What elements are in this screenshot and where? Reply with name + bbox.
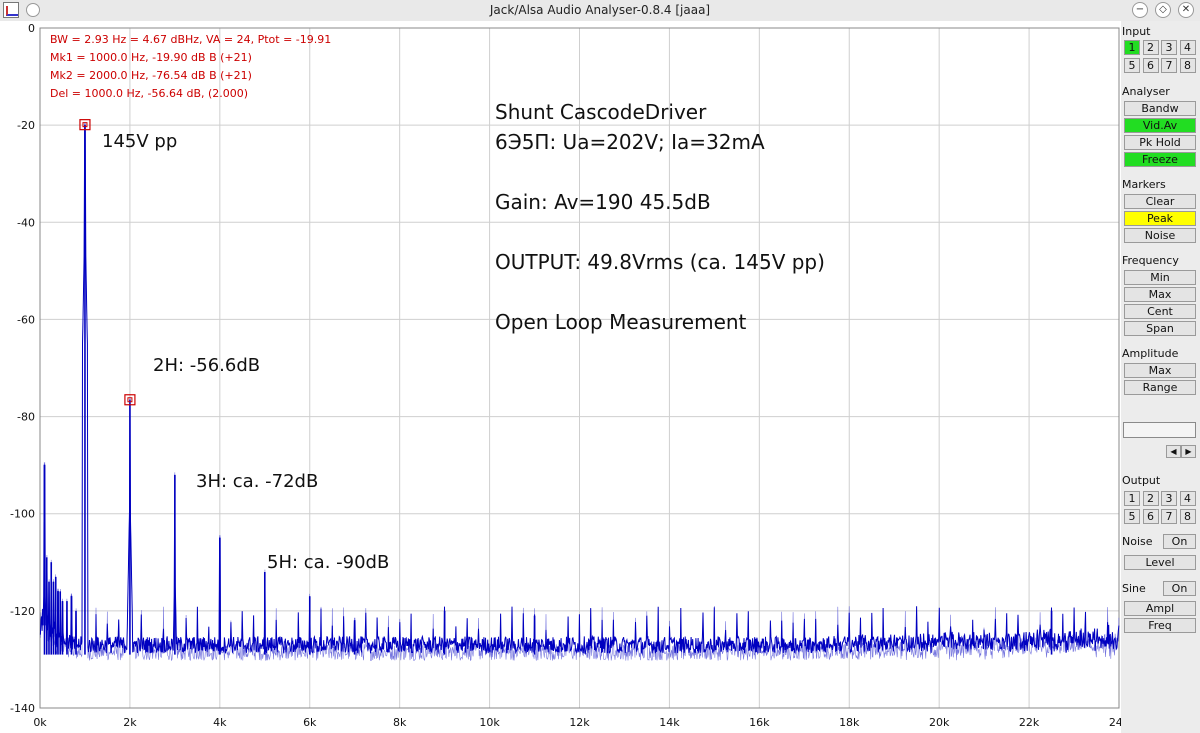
spectrum-plot-area[interactable]: 0k 2k 4k 6k 8k 10k 12k 14k 16k 18k 20k 22k 24k 0 -20 -4… — [0, 21, 1121, 733]
annotation-title-line2: 6Э5П: Ua=202V; Ia=32mA — [495, 130, 765, 154]
freeze-button[interactable]: Freeze — [1124, 152, 1196, 167]
x-tick-label: 4k — [213, 716, 227, 729]
markers-clear-button[interactable]: Clear — [1124, 194, 1196, 209]
output-channel-4[interactable]: 4 — [1179, 491, 1196, 506]
markers-peak-button[interactable]: Peak — [1124, 211, 1196, 226]
vid-av-button[interactable]: Vid.Av — [1124, 118, 1196, 133]
close-button[interactable]: ✕ — [1178, 2, 1194, 18]
x-tick-label: 24k — [1109, 716, 1121, 729]
value-stepper: ◀ ▶ — [1166, 445, 1196, 458]
window-title: Jack/Alsa Audio Analyser-0.8.4 [jaaa] — [489, 3, 711, 17]
y-tick-label: -60 — [17, 313, 35, 326]
input-channel-5[interactable]: 5 — [1124, 58, 1140, 73]
marker-layer — [79, 119, 136, 406]
x-tick-label: 10k — [479, 716, 500, 729]
output-channel-5[interactable]: 5 — [1124, 509, 1140, 524]
input-channel-3[interactable]: 3 — [1161, 40, 1177, 55]
x-tick-label: 22k — [1019, 716, 1040, 729]
x-tick-label: 8k — [393, 716, 407, 729]
y-tick-label: -40 — [17, 216, 35, 229]
x-tick-label: 2k — [123, 716, 137, 729]
output-channel-3[interactable]: 3 — [1161, 491, 1177, 506]
markers-noise-button[interactable]: Noise — [1124, 228, 1196, 243]
output-channel-8[interactable]: 8 — [1179, 509, 1196, 524]
input-channel-2[interactable]: 2 — [1142, 40, 1159, 55]
y-tick-label: 0 — [28, 22, 35, 35]
input-section-label: Input — [1122, 25, 1151, 38]
output-section-label: Output — [1122, 474, 1161, 487]
y-tick-label: -20 — [17, 119, 35, 132]
noise-on-toggle[interactable]: On — [1163, 534, 1196, 549]
title-bar: Jack/Alsa Audio Analyser-0.8.4 [jaaa] − … — [0, 0, 1200, 22]
y-tick-label: -120 — [10, 605, 35, 618]
amplitude-section-label: Amplitude — [1122, 347, 1179, 360]
control-sidebar: Input 12345678 Analyser Bandw Vid.Av Pk … — [1121, 21, 1200, 733]
y-tick-label: -100 — [10, 508, 35, 521]
input-channel-8[interactable]: 8 — [1179, 58, 1196, 73]
bandw-button[interactable]: Bandw — [1124, 101, 1196, 116]
amplitude-range-button[interactable]: Range — [1124, 380, 1196, 395]
info-marker2: Mk2 = 2000.0 Hz, -76.54 dB B (+21) — [50, 69, 252, 82]
sine-ampl-button[interactable]: Ampl — [1124, 601, 1196, 616]
arrow-left-icon[interactable]: ◀ — [1166, 445, 1181, 458]
frequency-min-button[interactable]: Min — [1124, 270, 1196, 285]
info-marker1: Mk1 = 1000.0 Hz, -19.90 dB B (+21) — [50, 51, 252, 64]
sine-on-toggle[interactable]: On — [1163, 581, 1196, 596]
output-channel-1[interactable]: 1 — [1124, 491, 1140, 506]
y-tick-label: -140 — [10, 702, 35, 715]
annotation-title-line1: Shunt CascodeDriver — [495, 100, 707, 124]
pk-hold-button[interactable]: Pk Hold — [1124, 135, 1196, 150]
frequency-section-label: Frequency — [1122, 254, 1179, 267]
input-channel-6[interactable]: 6 — [1142, 58, 1159, 73]
input-channel-7[interactable]: 7 — [1161, 58, 1177, 73]
noise-section-label: Noise — [1122, 535, 1153, 548]
sine-section-label: Sine — [1122, 582, 1146, 595]
annotation-h3: 3H: ca. -72dB — [196, 471, 318, 492]
x-tick-label: 14k — [659, 716, 680, 729]
markers-section-label: Markers — [1122, 178, 1166, 191]
x-tick-label: 16k — [749, 716, 770, 729]
annotation-output: OUTPUT: 49.8Vrms (ca. 145V pp) — [495, 250, 825, 274]
x-tick-label: 0k — [33, 716, 47, 729]
x-tick-label: 6k — [303, 716, 317, 729]
maximize-button[interactable]: ◇ — [1155, 2, 1171, 18]
annotation-fundamental: 145V pp — [102, 131, 177, 152]
frequency-max-button[interactable]: Max — [1124, 287, 1196, 302]
x-tick-label: 18k — [839, 716, 860, 729]
info-delta: Del = 1000.0 Hz, -56.64 dB, (2.000) — [50, 87, 248, 100]
annotation-gain: Gain: Av=190 45.5dB — [495, 190, 711, 214]
analyser-section-label: Analyser — [1122, 85, 1170, 98]
noise-level-button[interactable]: Level — [1124, 555, 1196, 570]
annotation-h2: 2H: -56.6dB — [153, 355, 260, 376]
frequency-cent-button[interactable]: Cent — [1124, 304, 1196, 319]
x-tick-label: 12k — [569, 716, 590, 729]
output-channel-2[interactable]: 2 — [1142, 491, 1159, 506]
info-bandwidth: BW = 2.93 Hz = 4.67 dBHz, VA = 24, Ptot … — [50, 33, 331, 46]
sine-freq-button[interactable]: Freq — [1124, 618, 1196, 633]
annotation-h5: 5H: ca. -90dB — [267, 552, 389, 573]
arrow-right-icon[interactable]: ▶ — [1181, 445, 1196, 458]
value-input[interactable] — [1123, 422, 1196, 438]
output-channel-7[interactable]: 7 — [1161, 509, 1177, 524]
amplitude-max-button[interactable]: Max — [1124, 363, 1196, 378]
annotation-mode: Open Loop Measurement — [495, 310, 747, 334]
minimize-button[interactable]: − — [1132, 2, 1148, 18]
input-channel-4[interactable]: 4 — [1179, 40, 1196, 55]
input-channel-1[interactable]: 1 — [1124, 40, 1140, 55]
x-tick-label: 20k — [929, 716, 950, 729]
output-channel-6[interactable]: 6 — [1142, 509, 1159, 524]
frequency-span-button[interactable]: Span — [1124, 321, 1196, 336]
spectrum-chart[interactable]: 0k 2k 4k 6k 8k 10k 12k 14k 16k 18k 20k 22k 24k 0 -20 -4… — [0, 21, 1121, 733]
y-tick-label: -80 — [17, 411, 35, 424]
